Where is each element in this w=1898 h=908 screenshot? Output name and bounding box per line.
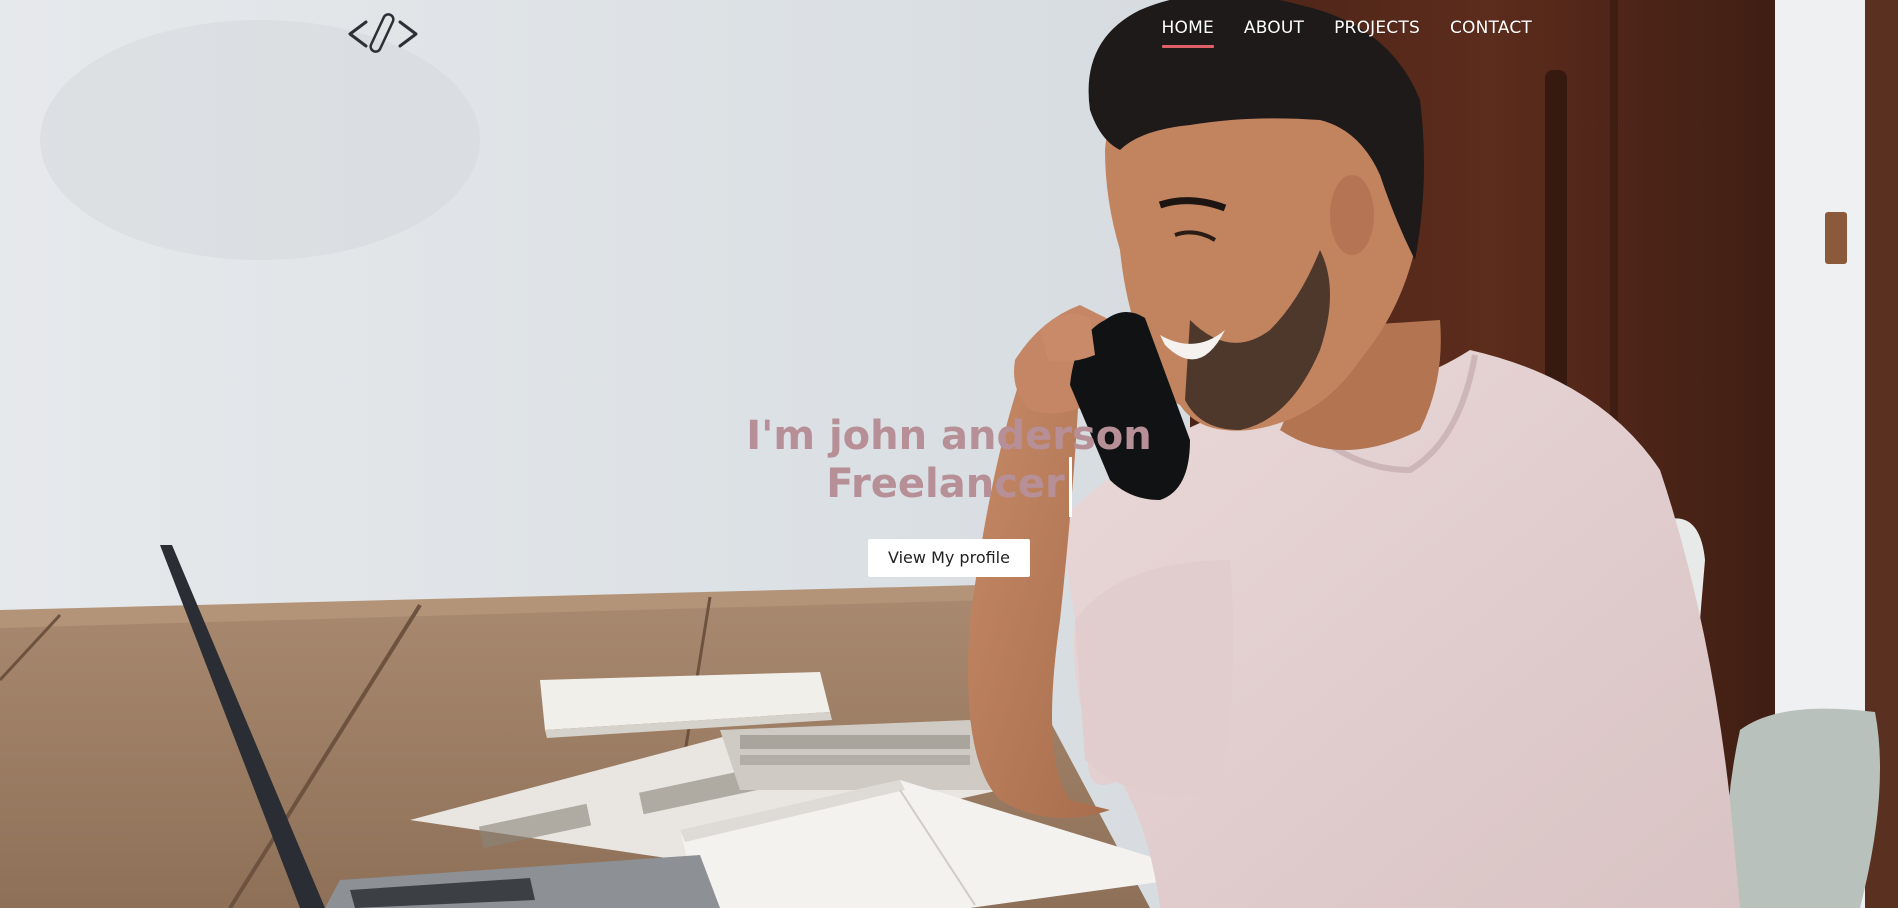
hero-title: I'm john anderson xyxy=(746,413,1152,459)
hero-typed-line: Freelancer xyxy=(826,456,1072,523)
nav-projects-link[interactable]: PROJECTS xyxy=(1334,18,1420,48)
hero-section: HOME ABOUT PROJECTS CONTACT I'm john and… xyxy=(0,0,1898,908)
main-nav: HOME ABOUT PROJECTS CONTACT xyxy=(1161,18,1532,48)
hero-subtitle: Freelancer xyxy=(826,461,1065,507)
nav-contact-link[interactable]: CONTACT xyxy=(1450,18,1532,48)
typing-cursor xyxy=(1068,456,1072,517)
view-profile-button[interactable]: View My profile xyxy=(868,538,1030,577)
hero-text-block: I'm john anderson Freelancer View My pro… xyxy=(0,412,1898,577)
nav-about-link[interactable]: ABOUT xyxy=(1244,18,1304,48)
code-brackets-icon[interactable] xyxy=(346,10,420,54)
nav-home-link[interactable]: HOME xyxy=(1161,18,1215,48)
